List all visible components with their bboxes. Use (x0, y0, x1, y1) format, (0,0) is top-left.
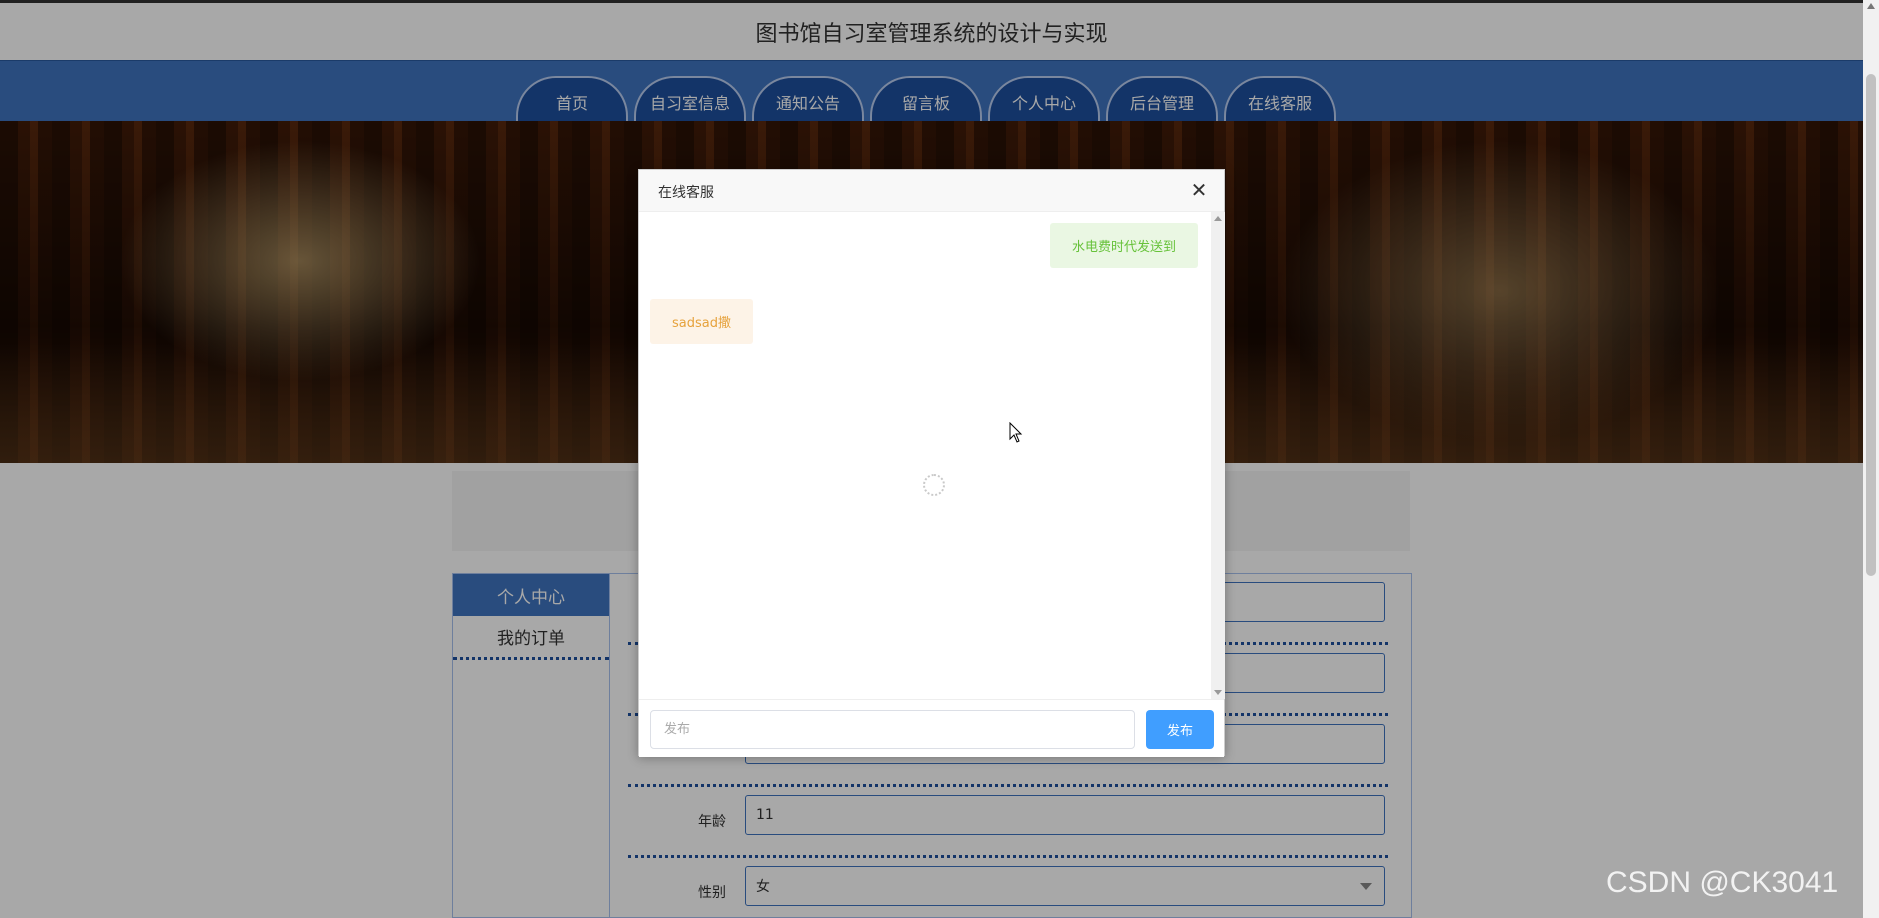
mouse-cursor-icon (1009, 422, 1023, 443)
chat-messages: 水电费时代发送到 sadsad撒 (639, 212, 1211, 699)
dialog-footer: 发布 (639, 699, 1224, 757)
dialog-title: 在线客服 (658, 185, 714, 201)
scroll-up-icon[interactable] (1867, 3, 1875, 9)
chat-input[interactable] (650, 710, 1135, 749)
watermark: CSDN @CK3041 (1606, 866, 1839, 899)
chat-message-sent: 水电费时代发送到 (1049, 223, 1198, 268)
dialog-scrollbar[interactable] (1211, 212, 1225, 699)
scroll-up-icon[interactable] (1214, 216, 1222, 221)
scroll-down-icon[interactable] (1214, 690, 1222, 695)
chat-dialog: 在线客服 ✕ 水电费时代发送到 sadsad撒 发布 (638, 169, 1225, 757)
scroll-thumb[interactable] (1866, 74, 1876, 576)
dialog-header: 在线客服 ✕ (639, 170, 1224, 212)
close-icon[interactable]: ✕ (1188, 179, 1210, 201)
send-button[interactable]: 发布 (1146, 710, 1214, 749)
loading-spinner-icon (923, 474, 945, 496)
page-scrollbar[interactable] (1863, 0, 1879, 918)
chat-message-received: sadsad撒 (650, 299, 753, 344)
